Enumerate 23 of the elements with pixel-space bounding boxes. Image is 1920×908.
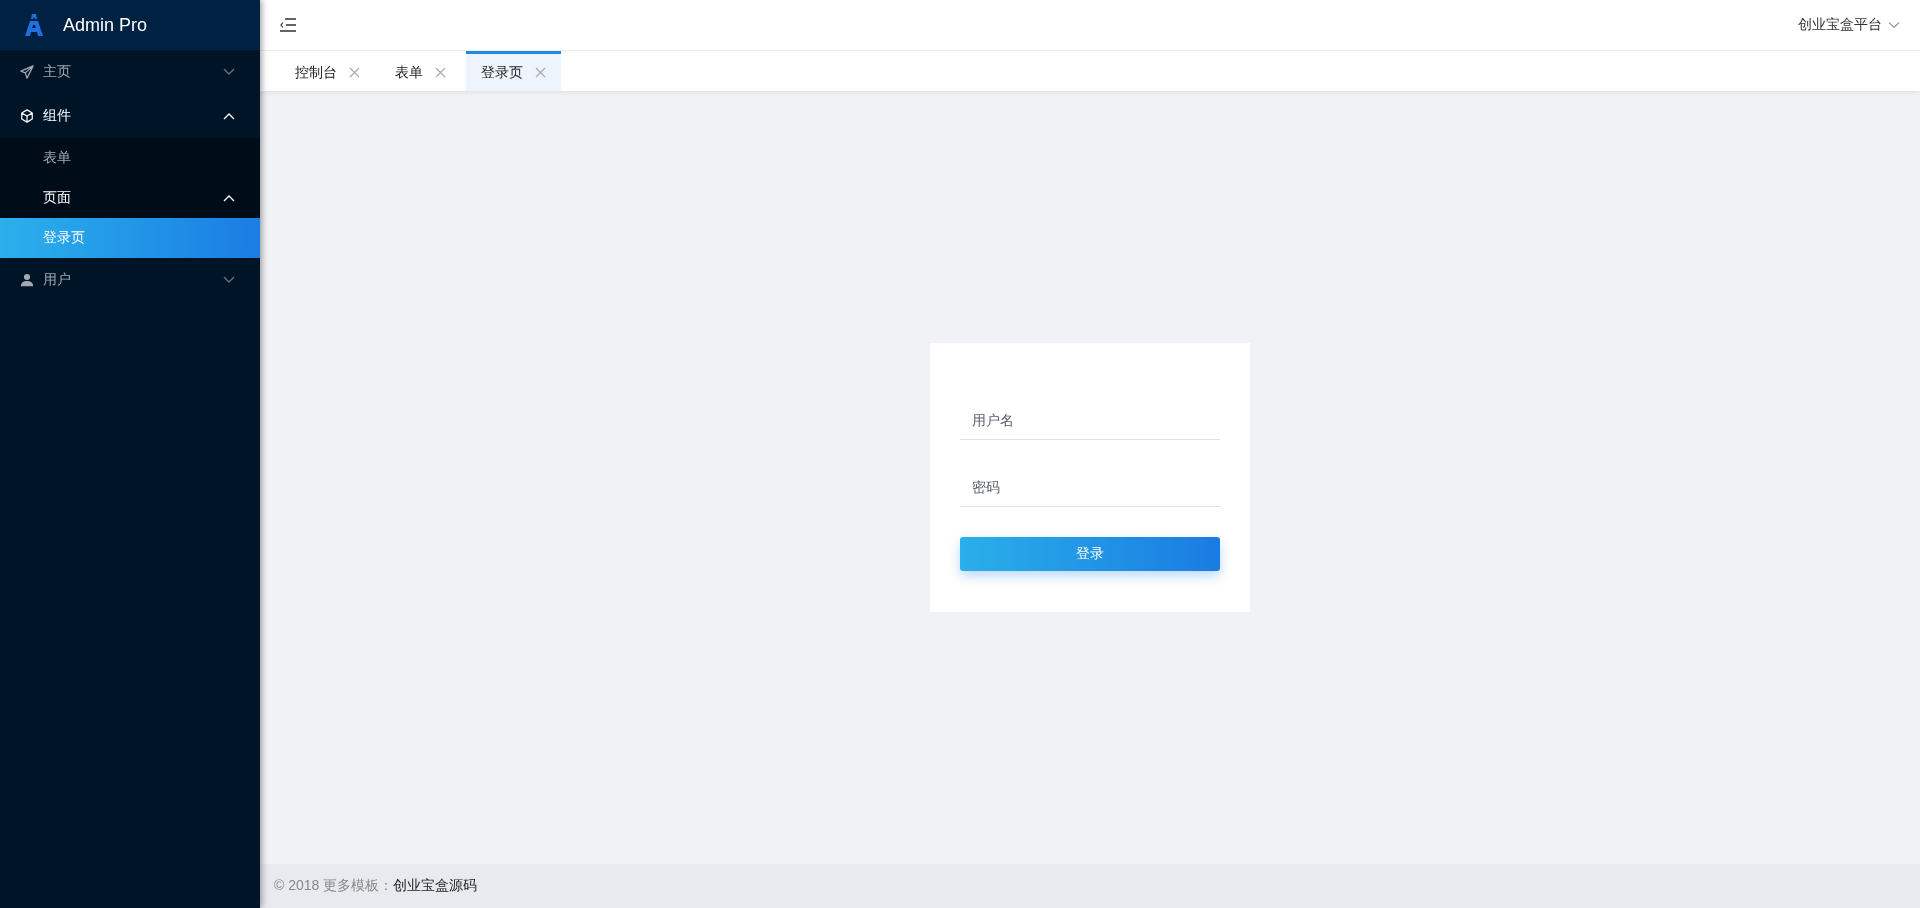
- tab[interactable]: 登录页: [466, 51, 561, 91]
- menu-icon[interactable]: [280, 18, 296, 32]
- paper-plane-icon: [20, 65, 34, 79]
- menu-item[interactable]: 表单: [0, 138, 260, 178]
- menu-item[interactable]: 组件: [0, 94, 260, 138]
- logo-icon: [25, 14, 43, 36]
- close-icon[interactable]: [349, 67, 360, 78]
- cube-icon: [20, 109, 34, 123]
- close-icon[interactable]: [435, 67, 446, 78]
- tab[interactable]: 表单: [380, 51, 461, 91]
- input-field[interactable]: 密码: [960, 467, 1220, 507]
- input-field[interactable]: 用户名: [960, 400, 1220, 440]
- tab[interactable]: 控制台: [280, 51, 375, 91]
- copyright-text: © 2018 更多模板：: [274, 877, 394, 895]
- close-icon[interactable]: [535, 67, 546, 78]
- caret-icon: [1888, 21, 1900, 29]
- menu-item[interactable]: 用户: [0, 258, 260, 302]
- user-menu[interactable]: 创业宝盒平台: [1798, 16, 1900, 34]
- footer-link[interactable]: 创业宝盒源码: [393, 877, 478, 895]
- app-title: Admin Pro: [63, 14, 148, 36]
- menu-item[interactable]: 页面: [0, 178, 260, 218]
- menu-item[interactable]: 主页: [0, 50, 260, 94]
- user-icon: [20, 273, 34, 287]
